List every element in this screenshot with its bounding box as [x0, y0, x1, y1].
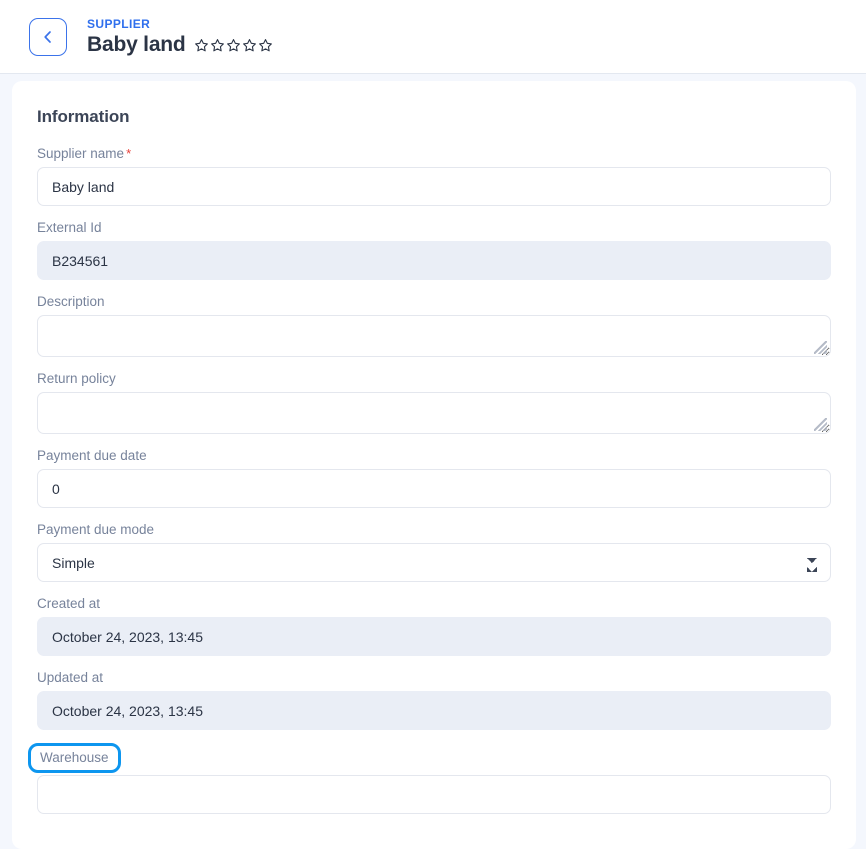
- label-updated_at: Updated at: [37, 670, 103, 686]
- input-updated_at: [37, 691, 831, 730]
- section-title: Information: [37, 107, 830, 127]
- page-header: SUPPLIER Baby land: [0, 0, 866, 74]
- star-outline-icon[interactable]: [194, 38, 209, 53]
- label-supplier_name: Supplier name*: [37, 146, 131, 162]
- star-outline-icon[interactable]: [242, 38, 257, 53]
- field-payment_due_mode: Payment due mode Simple: [37, 521, 830, 582]
- label-description: Description: [37, 294, 105, 310]
- label-payment_due_mode: Payment due mode: [37, 522, 154, 538]
- star-outline-icon[interactable]: [258, 38, 273, 53]
- page-title: Baby land: [87, 32, 186, 57]
- input-description[interactable]: [37, 315, 831, 357]
- input-warehouse[interactable]: [37, 775, 831, 814]
- back-button[interactable]: [29, 18, 67, 56]
- field-return_policy: Return policy: [37, 370, 830, 434]
- header-title-block: SUPPLIER Baby land: [87, 17, 273, 57]
- required-asterisk: *: [126, 146, 131, 161]
- chevron-left-icon: [40, 29, 56, 45]
- field-external_id: External Id: [37, 219, 830, 280]
- field-updated_at: Updated at: [37, 669, 830, 730]
- entity-type-label: SUPPLIER: [87, 17, 273, 31]
- field-created_at: Created at: [37, 595, 830, 656]
- label-return_policy: Return policy: [37, 371, 116, 387]
- information-form: Supplier name* External Id Description Retu…: [37, 145, 830, 814]
- field-warehouse: Warehouse: [37, 743, 830, 814]
- input-payment_due_mode[interactable]: Simple: [37, 543, 831, 582]
- input-external_id: [37, 241, 831, 280]
- input-supplier_name[interactable]: [37, 167, 831, 206]
- information-card: Information Supplier name* External Id Des…: [12, 81, 856, 849]
- title-row: Baby land: [87, 32, 273, 57]
- label-warehouse: Warehouse: [28, 743, 121, 773]
- star-outline-icon[interactable]: [226, 38, 241, 53]
- input-return_policy[interactable]: [37, 392, 831, 434]
- supplier-detail-page: SUPPLIER Baby land Information Supplier …: [0, 0, 866, 849]
- field-supplier_name: Supplier name*: [37, 145, 830, 206]
- star-outline-icon[interactable]: [210, 38, 225, 53]
- rating-stars[interactable]: [194, 38, 273, 53]
- label-external_id: External Id: [37, 220, 102, 236]
- input-payment_due_date[interactable]: [37, 469, 831, 508]
- page-body: Information Supplier name* External Id Des…: [0, 75, 866, 849]
- label-created_at: Created at: [37, 596, 100, 612]
- input-created_at: [37, 617, 831, 656]
- label-payment_due_date: Payment due date: [37, 448, 147, 464]
- field-payment_due_date: Payment due date: [37, 447, 830, 508]
- field-description: Description: [37, 293, 830, 357]
